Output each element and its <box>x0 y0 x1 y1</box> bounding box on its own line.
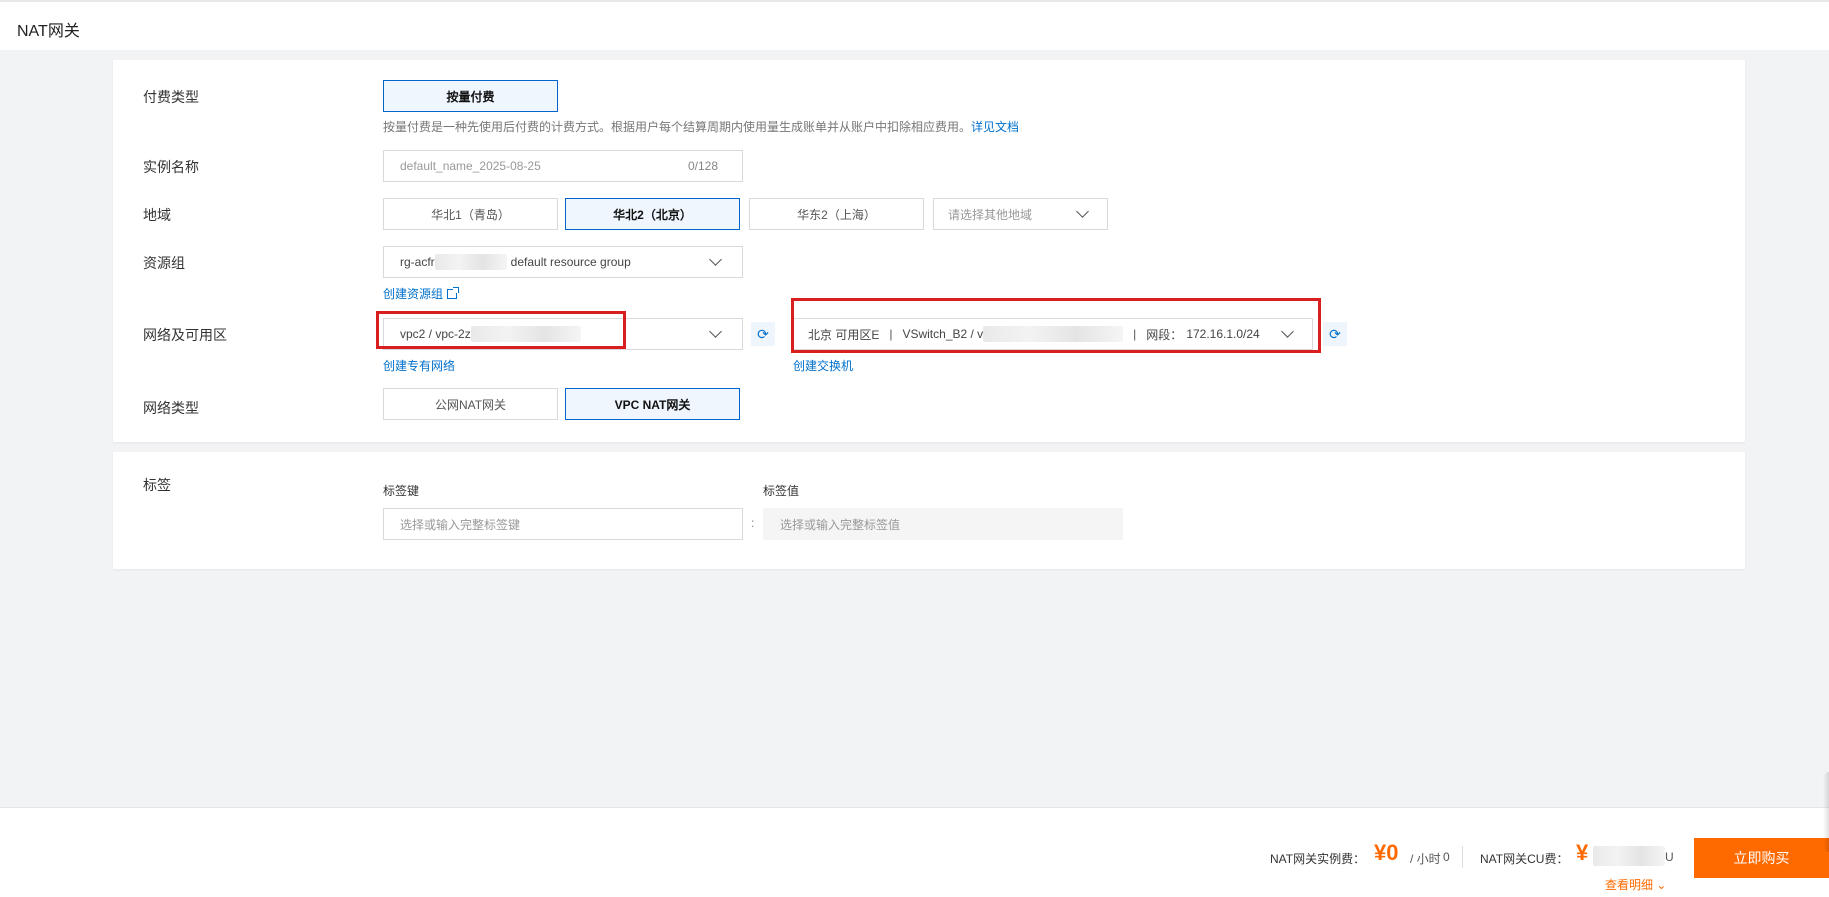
instance-fee-price: ¥0 <box>1374 840 1399 865</box>
tag-key-input[interactable]: 选择或输入完整标签键 <box>383 508 743 540</box>
instance-fee-label: NAT网关实例费： <box>1270 852 1366 866</box>
tag-value-label: 标签值 <box>763 484 800 498</box>
chevron-down-icon <box>1076 205 1089 218</box>
resource-group-label: 资源组 <box>143 255 185 271</box>
network-type-label: 网络类型 <box>143 400 199 416</box>
order-footer: NAT网关实例费： ¥0 / 小时 0 NAT网关CU费： ¥ U 查看明细 ⌄… <box>0 807 1829 897</box>
region-label: 地域 <box>143 207 171 223</box>
instance-name-counter: 0/128 <box>687 159 718 173</box>
floating-panel-edge <box>1823 772 1829 852</box>
network-type-vpc[interactable]: VPC NAT网关 <box>565 388 740 420</box>
billing-description: 按量付费是一种先使用后付费的计费方式。根据用户每个结算周期内使用量生成账单并从账… <box>383 118 1019 135</box>
create-vswitch-link[interactable]: 创建交换机 <box>793 357 853 374</box>
tag-key-placeholder: 选择或输入完整标签键 <box>400 517 521 532</box>
instance-fee-unit: / 小时 <box>1410 852 1441 866</box>
redacted-area <box>434 254 507 270</box>
highlight-box-vswitch <box>791 298 1321 353</box>
cu-fee-unit: U <box>1665 850 1674 864</box>
billing-label: 付费类型 <box>143 89 199 105</box>
region-option-qingdao[interactable]: 华北1（青岛） <box>383 198 558 230</box>
view-detail-text: 查看明细 <box>1605 878 1654 892</box>
network-type-public[interactable]: 公网NAT网关 <box>383 388 558 420</box>
tag-value-placeholder: 选择或输入完整标签值 <box>780 517 901 532</box>
billing-description-text: 按量付费是一种先使用后付费的计费方式。根据用户每个结算周期内使用量生成账单并从账… <box>383 120 972 134</box>
billing-option-pay-as-you-go[interactable]: 按量付费 <box>383 80 558 112</box>
chevron-down-icon: ⌄ <box>1656 878 1667 892</box>
tags-card: 标签 标签键 标签值 选择或输入完整标签键 : 选择或输入完整标签值 <box>113 452 1745 569</box>
chevron-down-icon <box>709 325 722 338</box>
config-card: 付费类型 按量付费 按量付费是一种先使用后付费的计费方式。根据用户每个结算周期内… <box>113 60 1745 442</box>
create-vpc-link[interactable]: 创建专有网络 <box>383 357 455 374</box>
region-option-shanghai[interactable]: 华东2（上海） <box>749 198 924 230</box>
create-resource-group-text: 创建资源组 <box>383 287 444 301</box>
region-other-select[interactable]: 请选择其他地域 <box>933 198 1108 230</box>
resource-group-select[interactable]: rg-acfr default resource group <box>383 246 743 278</box>
tag-value-input[interactable]: 选择或输入完整标签值 <box>763 508 1123 540</box>
page-title: NAT网关 <box>17 23 80 40</box>
instance-name-input[interactable]: default_name_2025-08-25 0/128 <box>383 150 743 182</box>
resource-group-id: rg-acfr <box>400 255 435 269</box>
external-link-icon <box>447 286 460 299</box>
tag-separator: : <box>751 516 755 530</box>
region-other-placeholder: 请选择其他地域 <box>948 207 1033 222</box>
tag-key-label: 标签键 <box>383 484 420 498</box>
instance-name-placeholder: default_name_2025-08-25 <box>400 159 541 173</box>
page-header: NAT网关 <box>0 0 1829 50</box>
create-resource-group-link[interactable]: 创建资源组 <box>383 285 460 302</box>
highlight-box-vpc <box>376 311 626 349</box>
footer-divider <box>1462 846 1463 868</box>
resource-group-name: default resource group <box>510 255 631 269</box>
buy-now-button[interactable]: 立即购买 <box>1694 838 1829 878</box>
vpc-refresh-icon[interactable]: ⟳ <box>751 322 775 346</box>
cu-fee-label: NAT网关CU费： <box>1480 852 1569 866</box>
billing-doc-link[interactable]: 详见文档 <box>971 120 1019 134</box>
instance-fee-unit-suffix: 0 <box>1443 850 1450 864</box>
network-label: 网络及可用区 <box>143 327 227 343</box>
region-option-beijing[interactable]: 华北2（北京） <box>565 198 740 230</box>
view-detail-link[interactable]: 查看明细 ⌄ <box>1605 876 1666 893</box>
tags-label: 标签 <box>143 477 171 493</box>
instance-name-label: 实例名称 <box>143 159 199 175</box>
chevron-down-icon <box>709 253 722 266</box>
vswitch-refresh-icon[interactable]: ⟳ <box>1323 322 1347 346</box>
redacted-area <box>1593 846 1665 866</box>
cu-fee-price: ¥ <box>1576 840 1589 865</box>
